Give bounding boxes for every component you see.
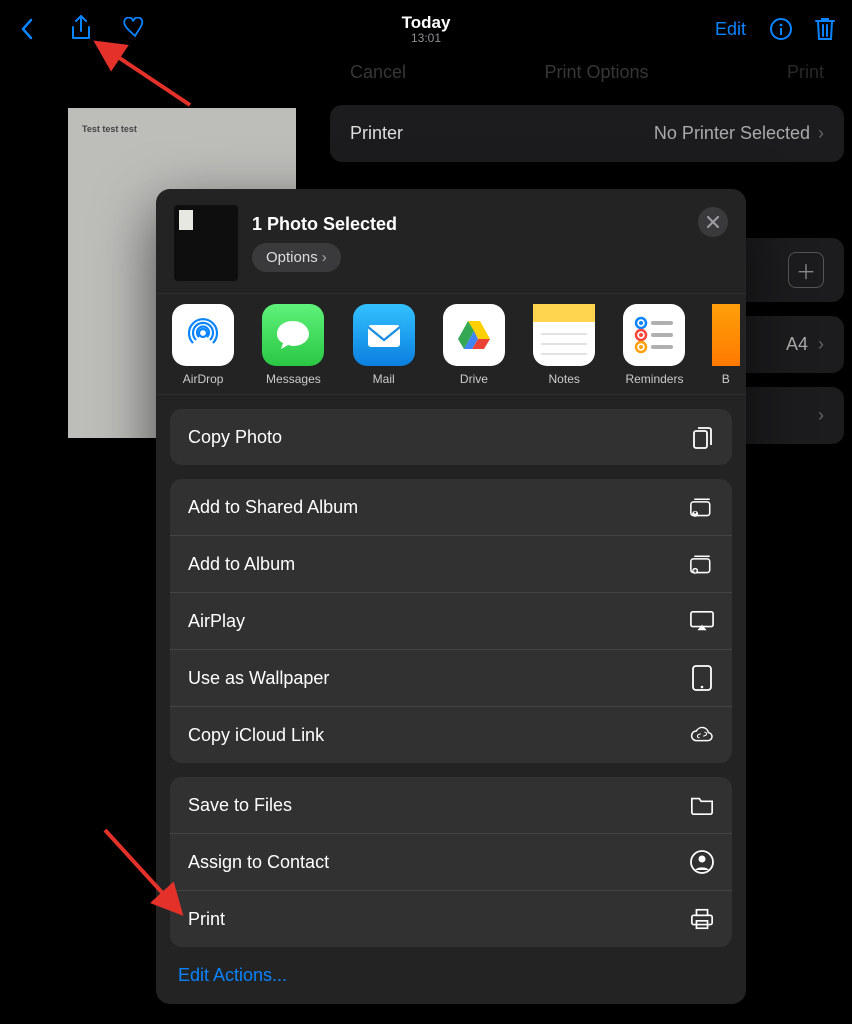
- app-label: Reminders: [625, 372, 683, 386]
- printer-value: No Printer Selected: [654, 123, 810, 144]
- plus-icon: ＋: [788, 252, 824, 288]
- options-label: Options: [266, 249, 318, 266]
- share-apps-row: AirDrop Messages Mail Drive: [156, 293, 746, 395]
- save-to-files-row[interactable]: Save to Files: [170, 777, 732, 834]
- row-label: Use as Wallpaper: [188, 668, 329, 689]
- cloud-link-icon: [690, 723, 714, 747]
- row-label: Add to Album: [188, 554, 295, 575]
- heart-icon[interactable]: [122, 16, 148, 42]
- row-label: AirPlay: [188, 611, 245, 632]
- printer-row: Printer No Printer Selected ›: [330, 105, 844, 162]
- close-button[interactable]: [698, 207, 728, 237]
- app-label: Drive: [460, 372, 488, 386]
- copy-icloud-row[interactable]: Copy iCloud Link: [170, 707, 732, 763]
- row-label: Copy Photo: [188, 427, 282, 448]
- app-airdrop[interactable]: AirDrop: [170, 304, 236, 386]
- print-row[interactable]: Print: [170, 891, 732, 947]
- assign-contact-row[interactable]: Assign to Contact: [170, 834, 732, 891]
- chevron-right-icon: ›: [818, 123, 824, 144]
- printer-icon: [690, 907, 714, 931]
- edit-actions-link[interactable]: Edit Actions...: [156, 947, 746, 1004]
- app-mail[interactable]: Mail: [351, 304, 417, 386]
- page-time: 13:01: [402, 31, 451, 45]
- row-label: Assign to Contact: [188, 852, 329, 873]
- paper-size: A4: [786, 334, 808, 355]
- app-label: Mail: [373, 372, 395, 386]
- app-label: B: [722, 372, 730, 386]
- chevron-right-icon: ›: [818, 405, 824, 426]
- info-icon[interactable]: [768, 16, 794, 42]
- print-action: Print: [787, 62, 824, 83]
- share-sheet: 1 Photo Selected Options › AirDrop Messa…: [156, 189, 746, 1004]
- airplay-icon: [690, 609, 714, 633]
- row-label: Save to Files: [188, 795, 292, 816]
- app-label: AirDrop: [183, 372, 224, 386]
- printer-label: Printer: [350, 123, 403, 144]
- copy-photo-row[interactable]: Copy Photo: [170, 409, 732, 465]
- app-reminders[interactable]: Reminders: [621, 304, 687, 386]
- app-notes[interactable]: Notes: [531, 304, 597, 386]
- wallpaper-row[interactable]: Use as Wallpaper: [170, 650, 732, 707]
- shared-album-icon: [690, 495, 714, 519]
- chevron-right-icon: ›: [322, 249, 327, 266]
- row-label: Print: [188, 909, 225, 930]
- share-icon[interactable]: [68, 16, 94, 42]
- print-cancel: Cancel: [350, 62, 406, 83]
- copy-icon: [690, 425, 714, 449]
- share-title: 1 Photo Selected: [252, 214, 397, 235]
- folder-icon: [690, 793, 714, 817]
- page-title: Today: [402, 13, 451, 33]
- back-chevron-icon[interactable]: [14, 16, 40, 42]
- row-label: Add to Shared Album: [188, 497, 358, 518]
- edit-button[interactable]: Edit: [715, 19, 746, 40]
- app-label: Notes: [549, 372, 580, 386]
- add-shared-album-row[interactable]: Add to Shared Album: [170, 479, 732, 536]
- contact-icon: [690, 850, 714, 874]
- app-drive[interactable]: Drive: [441, 304, 507, 386]
- app-books[interactable]: B: [712, 304, 740, 386]
- app-messages[interactable]: Messages: [260, 304, 326, 386]
- options-button[interactable]: Options ›: [252, 243, 341, 272]
- share-thumbnail: [174, 205, 238, 281]
- document-text: Test test test: [82, 124, 137, 134]
- airplay-row[interactable]: AirPlay: [170, 593, 732, 650]
- app-label: Messages: [266, 372, 321, 386]
- chevron-right-icon: ›: [818, 334, 824, 355]
- trash-icon[interactable]: [812, 16, 838, 42]
- row-label: Copy iCloud Link: [188, 725, 324, 746]
- wallpaper-icon: [690, 666, 714, 690]
- add-album-row[interactable]: Add to Album: [170, 536, 732, 593]
- album-icon: [690, 552, 714, 576]
- print-title: Print Options: [544, 62, 648, 83]
